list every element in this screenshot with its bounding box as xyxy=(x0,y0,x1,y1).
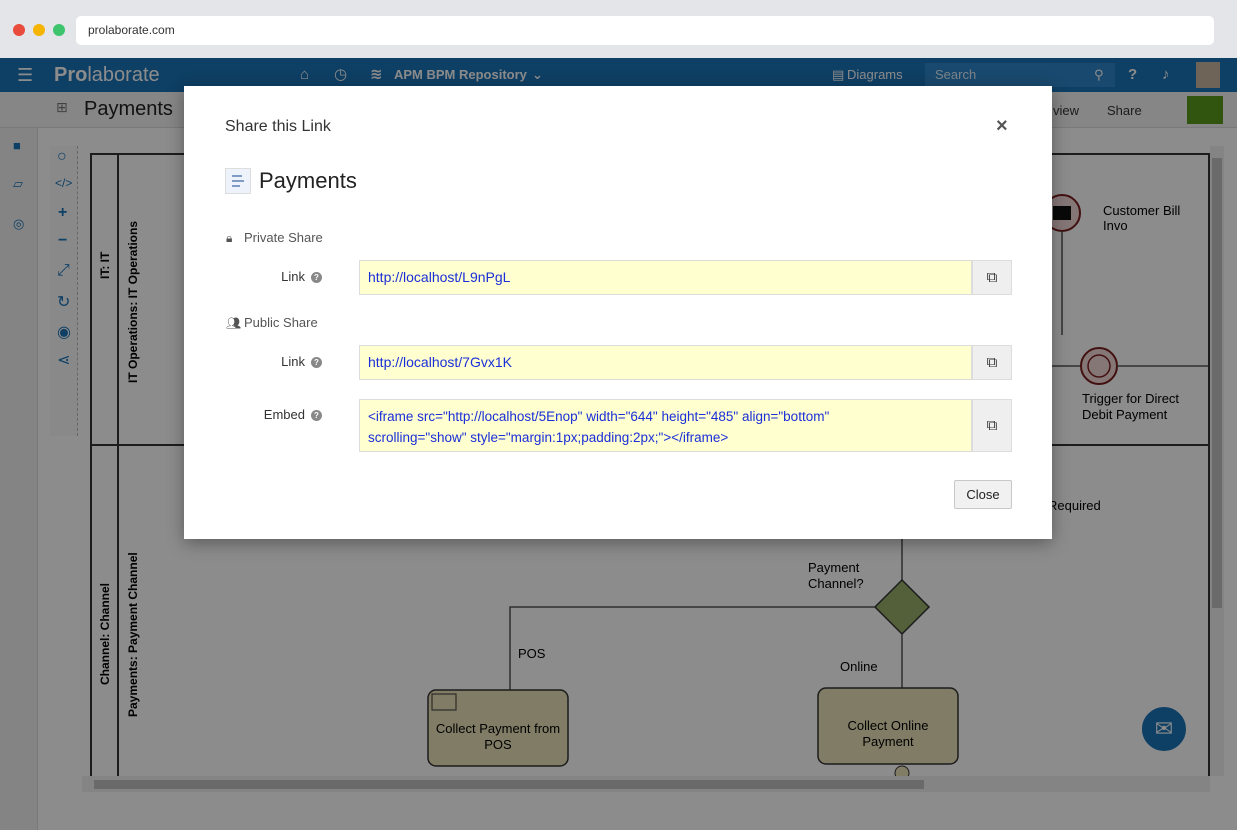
address-bar[interactable]: prolaborate.com xyxy=(76,16,1214,45)
close-window-dot[interactable] xyxy=(13,24,25,36)
close-button[interactable]: Close xyxy=(954,480,1012,509)
public-share-section: 👥︎ Public Share xyxy=(226,315,318,330)
embed-code-field[interactable]: <iframe src="http://localhost/5Enop" wid… xyxy=(359,399,972,452)
public-link-label: Link? xyxy=(222,354,322,369)
copy-private-link-button[interactable]: ⧉ xyxy=(972,260,1012,295)
browser-window: prolaborate.com ☰ Prolaborate ⌂ ◷ ≋ APM … xyxy=(0,0,1237,830)
help-circle-icon[interactable]: ? xyxy=(311,272,322,284)
minimize-window-dot[interactable] xyxy=(33,24,45,36)
private-link-field[interactable]: http://localhost/L9nPgL xyxy=(359,260,972,295)
help-circle-icon[interactable]: ? xyxy=(311,357,322,369)
maximize-window-dot[interactable] xyxy=(53,24,65,36)
private-share-heading: Private Share xyxy=(244,230,323,245)
dialog-title: Share this Link xyxy=(225,118,331,135)
diagram-type-icon xyxy=(225,168,251,194)
share-link-dialog: Share this Link × Payments 🔒︎ Private Sha… xyxy=(184,86,1052,539)
diagram-name: Payments xyxy=(259,168,357,193)
private-link-label: Link? xyxy=(222,269,322,284)
close-icon[interactable]: × xyxy=(996,115,1008,138)
embed-code-line2: scrolling="show" style="margin:1px;paddi… xyxy=(368,430,729,445)
embed-code-line1: <iframe src="http://localhost/5Enop" wid… xyxy=(368,409,830,424)
help-circle-icon[interactable]: ? xyxy=(311,410,322,422)
private-share-section: 🔒︎ Private Share xyxy=(226,230,323,246)
copy-public-link-button[interactable]: ⧉ xyxy=(972,345,1012,380)
embed-label: Embed? xyxy=(222,407,322,422)
public-share-heading: Public Share xyxy=(244,315,318,330)
lock-icon: 🔒︎ xyxy=(226,231,233,245)
users-icon: 👥︎ xyxy=(226,316,242,330)
public-link-field[interactable]: http://localhost/7Gvx1K xyxy=(359,345,972,380)
app-viewport: ☰ Prolaborate ⌂ ◷ ≋ APM BPM Repository ⌄… xyxy=(0,58,1237,830)
copy-embed-button[interactable]: ⧉ xyxy=(972,399,1012,452)
